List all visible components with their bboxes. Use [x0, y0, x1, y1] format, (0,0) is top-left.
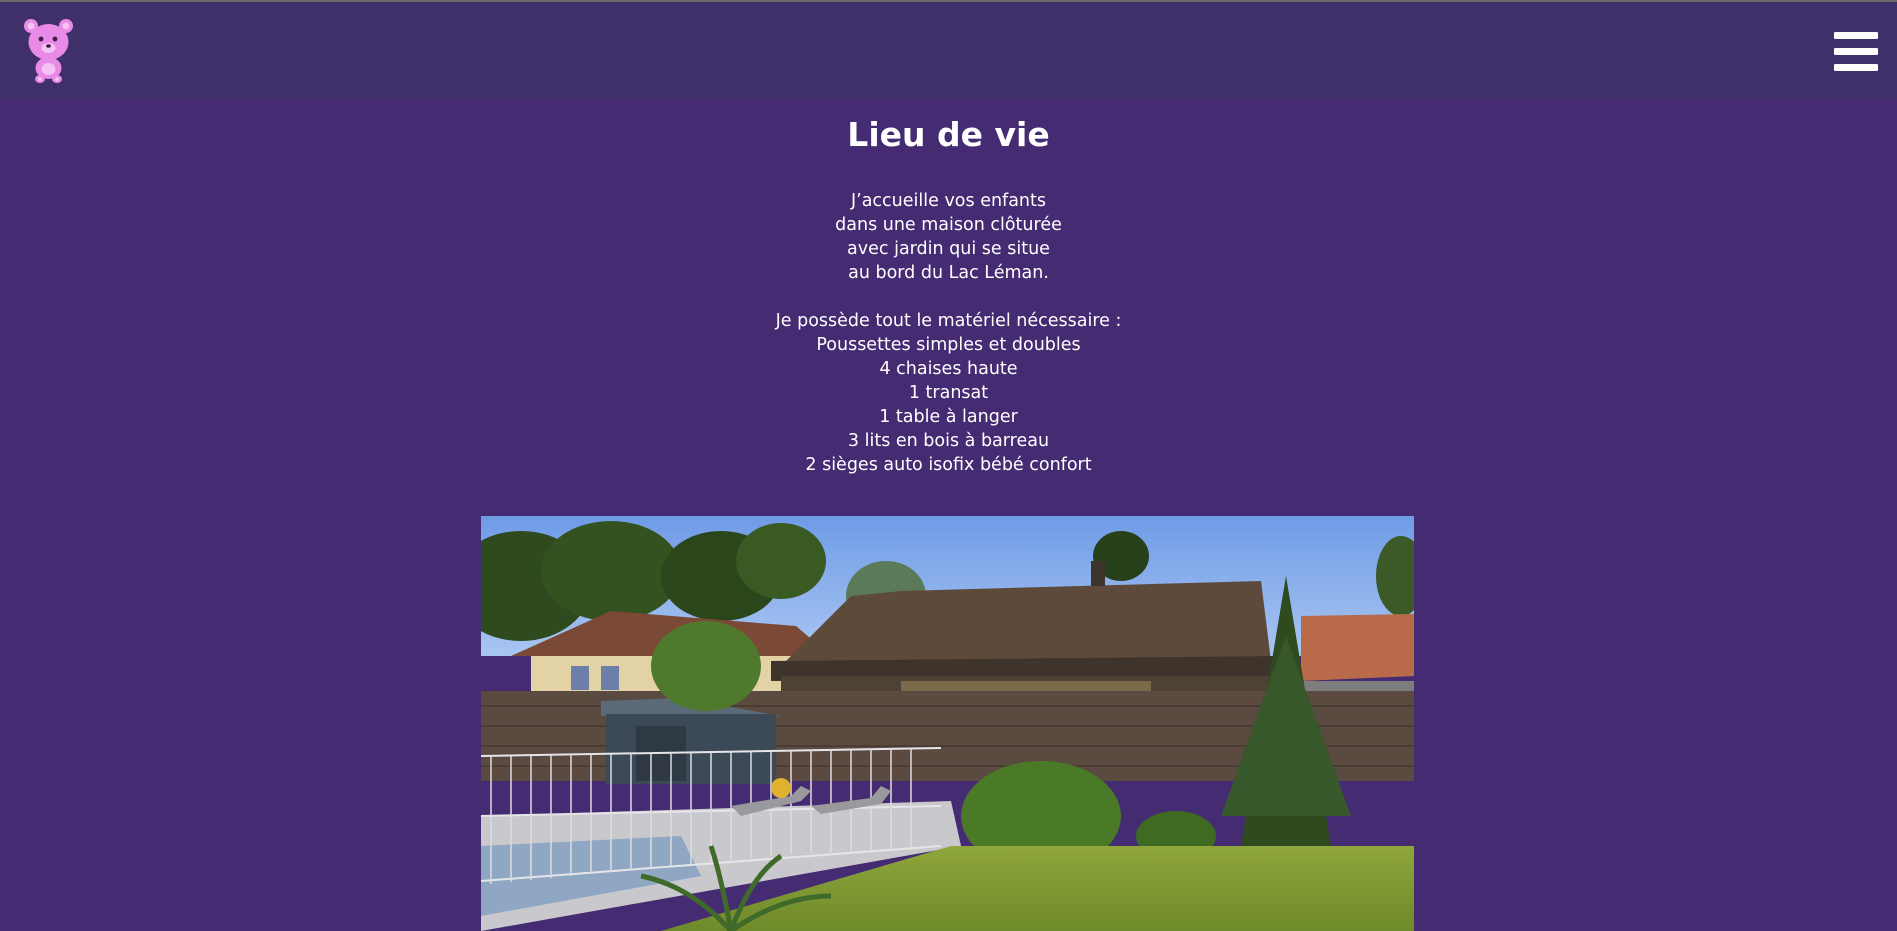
equipment-item: 4 chaises haute [879, 359, 1018, 379]
equipment-item: 3 lits en bois à barreau [847, 431, 1050, 451]
main-content: Lieu de vie J’accueille vos enfants dans… [0, 98, 1897, 477]
page-title: Lieu de vie [847, 115, 1050, 154]
intro-text: J’accueille vos enfants dans une maison … [0, 189, 1897, 477]
menu-bar [1834, 32, 1878, 39]
equipment-item: Poussettes simples et doubles [816, 335, 1081, 355]
equipment-item: 1 transat [908, 383, 989, 403]
garden-house-photo [481, 516, 1414, 931]
equipment-heading: Je possède tout le matériel nécessaire : [775, 311, 1122, 331]
menu-bar [1834, 48, 1878, 55]
site-header [0, 2, 1897, 98]
equipment-item: 2 sièges auto isofix bébé confort [805, 455, 1092, 475]
hamburger-menu-icon[interactable] [1834, 32, 1878, 72]
menu-bar [1834, 64, 1878, 71]
intro-line: J’accueille vos enfants [850, 191, 1047, 211]
equipment-item: 1 table à langer [879, 407, 1018, 427]
intro-line: dans une maison clôturée [835, 215, 1062, 235]
teddy-bear-logo-icon[interactable] [20, 16, 78, 84]
intro-line: avec jardin qui se situe [847, 239, 1050, 259]
intro-line: au bord du Lac Léman. [848, 263, 1049, 283]
